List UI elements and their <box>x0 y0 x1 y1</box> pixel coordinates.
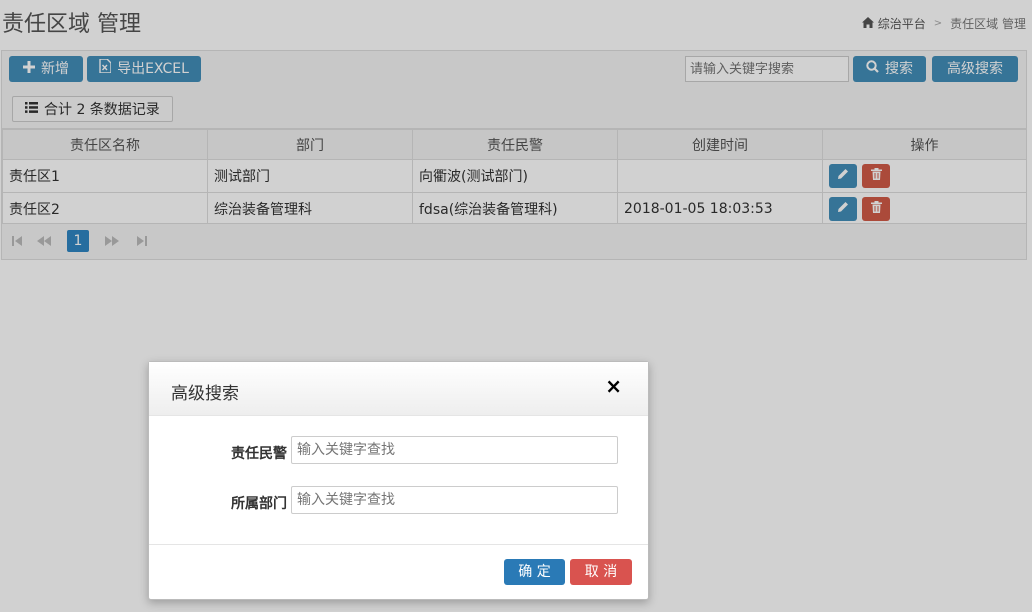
dialog-title: 高级搜索 <box>171 384 239 404</box>
advanced-search-dialog: 高级搜索 × 责任民警 所属部门 确 定 取 消 <box>148 361 649 600</box>
cancel-button-label: 取 消 <box>584 564 618 580</box>
department-search-input[interactable] <box>291 486 618 514</box>
cancel-button[interactable]: 取 消 <box>570 559 632 585</box>
close-icon[interactable]: × <box>605 376 622 396</box>
confirm-button-label: 确 定 <box>518 564 551 580</box>
dialog-header: 高级搜索 × <box>149 362 648 416</box>
department-field-label: 所属部门 <box>231 496 287 512</box>
dialog-footer: 确 定 取 消 <box>149 544 648 600</box>
officer-search-input[interactable] <box>291 436 618 464</box>
officer-field-label: 责任民警 <box>231 446 287 462</box>
confirm-button[interactable]: 确 定 <box>504 559 565 585</box>
